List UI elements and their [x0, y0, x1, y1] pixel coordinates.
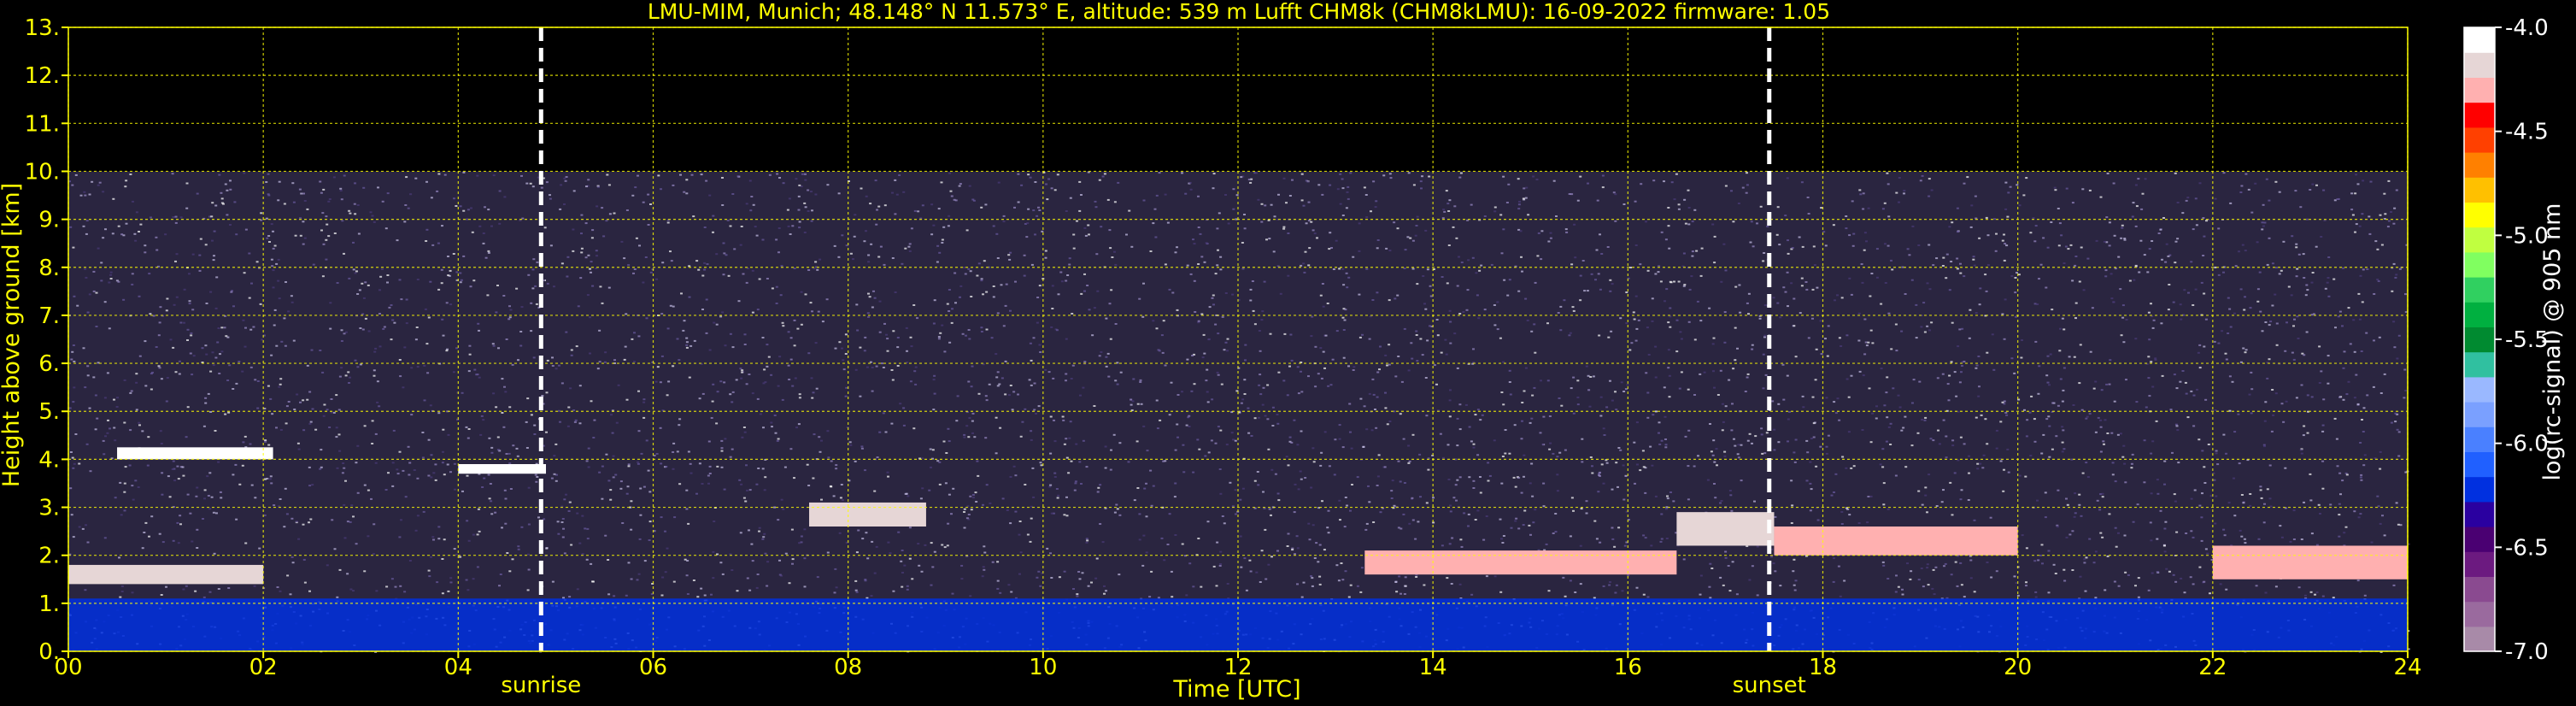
colorbar-tick-label: -4.0	[2505, 15, 2549, 41]
colorbar-segment	[2464, 402, 2495, 427]
y-tick-label: 3.	[38, 496, 60, 521]
cloud-layer	[68, 564, 264, 585]
colorbar-segment	[2464, 527, 2495, 552]
chart-title: LMU-MIM, Munich; 48.148° N 11.573° E, al…	[648, 0, 1830, 24]
y-tick-label: 13.	[25, 15, 60, 41]
colorbar-label: log(rc-signal) @ 905 nm	[2539, 203, 2566, 481]
colorbar-segment	[2464, 152, 2495, 178]
x-tick-label: 08	[834, 655, 862, 680]
colorbar-segment	[2464, 302, 2495, 327]
x-tick-label: 06	[639, 655, 667, 680]
colorbar-segment	[2464, 501, 2495, 527]
colorbar-segment	[2464, 202, 2495, 228]
colorbar-segment	[2464, 451, 2495, 478]
colorbar-segment	[2464, 126, 2495, 153]
colorbar-segment	[2464, 551, 2495, 577]
colorbar-tick-label: -4.5	[2505, 120, 2549, 145]
colorbar-tick-label: -6.5	[2505, 535, 2549, 561]
cloud-layer	[809, 502, 926, 527]
colorbar-segment	[2464, 601, 2495, 627]
colorbar-segment	[2464, 351, 2495, 378]
colorbar-tick-label: -7.0	[2505, 639, 2549, 665]
cloud-layer	[2212, 545, 2408, 580]
y-tick-label: 1.	[38, 591, 60, 617]
x-tick-label: 22	[2198, 655, 2227, 680]
y-axis-label: Height above ground [km]	[0, 183, 25, 487]
event-label: sunrise	[501, 673, 581, 698]
y-tick-label: 9.	[38, 208, 60, 233]
y-tick-label: 2.	[38, 544, 60, 569]
y-tick-label: 7.	[38, 303, 60, 329]
y-tick-label: 0.	[38, 639, 60, 665]
ceilometer-chart: sunrise sunset 00 02 04 06 08 10 12 14 16 18 20 22 24…	[0, 0, 2576, 706]
colorbar-segment	[2464, 52, 2495, 78]
y-tick-label: 11.	[25, 111, 60, 137]
y-tick-label: 4.	[38, 447, 60, 473]
x-axis-label: Time [UTC]	[1172, 676, 1300, 703]
x-tick-label: 04	[444, 655, 472, 680]
colorbar-segment	[2464, 576, 2495, 603]
colorbar-segment	[2464, 102, 2495, 128]
y-tick-label: 6.	[38, 351, 60, 377]
y-tick-label: 12.	[25, 63, 60, 89]
y-tick-label: 10.	[25, 159, 60, 185]
x-tick-label: 16	[1614, 655, 1642, 680]
colorbar-segment	[2464, 277, 2495, 303]
colorbar-segment	[2464, 177, 2495, 203]
colorbar-segment	[2464, 376, 2495, 403]
y-tick-label: 8.	[38, 256, 60, 281]
x-tick-label: 20	[2004, 655, 2032, 680]
colorbar-segment	[2464, 227, 2495, 253]
x-tick-label: 10	[1029, 655, 1057, 680]
colorbar-segment	[2464, 27, 2495, 53]
cloud-layer	[1364, 550, 1677, 575]
cloud-layer	[1774, 527, 2018, 556]
cloud-layer	[1676, 512, 1775, 546]
colorbar-segment	[2464, 427, 2495, 452]
y-tick-label: 5.	[38, 399, 60, 425]
colorbar-segment	[2464, 251, 2495, 278]
x-tick-label: 18	[1809, 655, 1837, 680]
cloud-layer	[117, 447, 273, 460]
colorbar-segment	[2464, 327, 2495, 353]
event-label: sunset	[1733, 673, 1806, 698]
plot-area	[68, 171, 2410, 653]
colorbar-segment	[2464, 77, 2495, 103]
x-tick-label: 02	[249, 655, 278, 680]
x-tick-label: 14	[1419, 655, 1447, 680]
cloud-layer	[458, 464, 547, 474]
colorbar-segment	[2464, 626, 2495, 652]
x-tick-label: 24	[2393, 655, 2421, 680]
colorbar-segment	[2464, 476, 2495, 503]
